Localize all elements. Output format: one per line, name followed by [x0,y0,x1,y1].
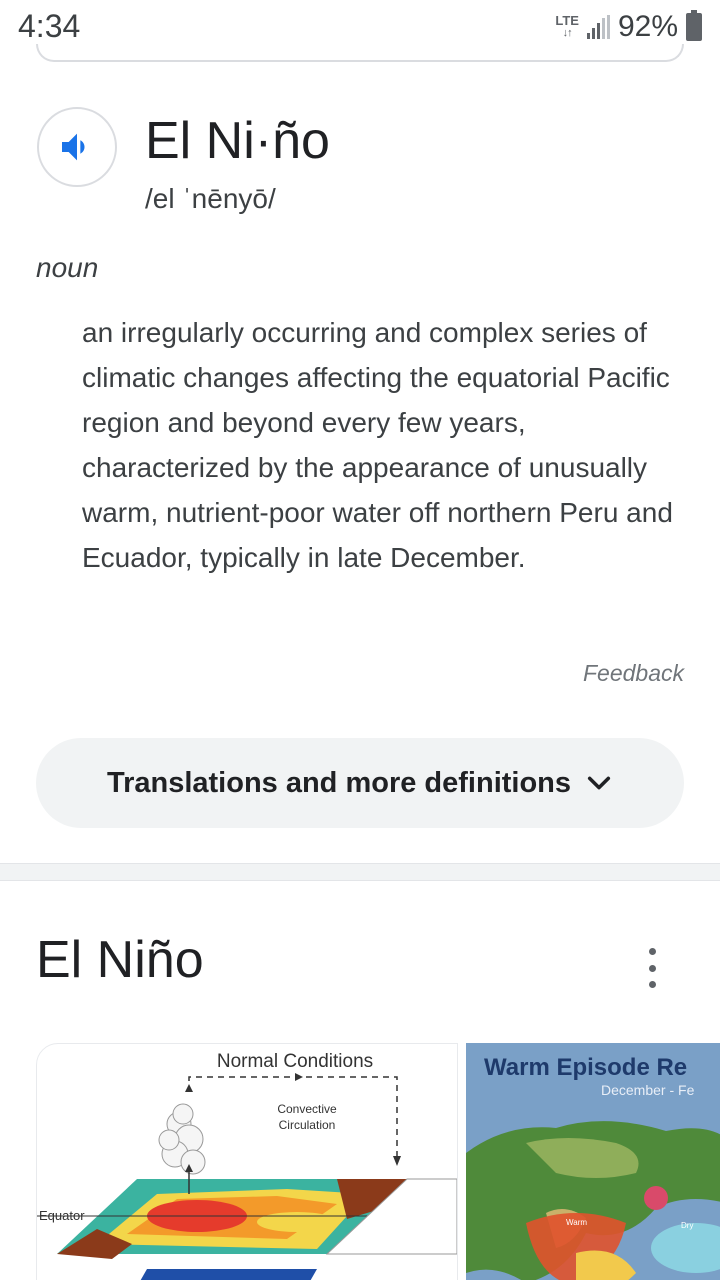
status-icons: LTE ↓↑ 92% [555,10,702,44]
speaker-icon [62,133,85,161]
feedback-link[interactable]: Feedback [583,660,684,687]
diagram-title: Normal Conditions [217,1051,373,1072]
convective-label: Convective [277,1102,337,1116]
equator-label: Equator [39,1208,85,1223]
battery-percent: 92% [617,10,678,43]
knowledge-panel-title: El Niño [36,931,204,989]
phonetic-spelling: /el ˈnēnyō/ [145,183,276,214]
status-time: 4:34 [18,8,81,44]
data-arrows-icon: ↓↑ [562,27,573,39]
circulation-label: Circulation [279,1118,336,1132]
part-of-speech: noun [36,252,99,283]
translations-more-definitions-button[interactable]: Translations and more definitions [36,738,684,828]
previous-card-edge [36,44,684,62]
image-carousel[interactable]: Normal Conditions Convective Circulation… [36,1043,720,1280]
chevron-down-icon [587,776,611,790]
warm-label: Warm [566,1218,587,1227]
map-title: Warm Episode Re [484,1054,687,1081]
dry-label: Dry [681,1221,693,1230]
more-options-icon[interactable] [636,948,668,988]
signal-icon [586,15,610,39]
headword: El Ni·ño [145,112,330,170]
lte-icon: LTE ↓↑ [555,13,579,39]
warm-episode-map-image[interactable]: Warm Episode Re December - Fe Warm Dry [466,1043,720,1280]
battery-icon [686,10,702,41]
pronunciation-button[interactable] [37,107,117,187]
warm-episode-map: Warm Episode Re December - Fe Warm Dry [466,1043,720,1280]
definition-text: an irregularly occurring and complex ser… [82,317,673,573]
normal-conditions-image[interactable]: Normal Conditions Convective Circulation… [36,1043,458,1280]
section-divider [0,863,720,881]
normal-conditions-diagram: Normal Conditions Convective Circulation… [37,1051,457,1280]
more-button-label: Translations and more definitions [106,766,572,799]
map-subtitle: December - Fe [601,1082,695,1098]
lte-label: LTE [555,13,579,28]
